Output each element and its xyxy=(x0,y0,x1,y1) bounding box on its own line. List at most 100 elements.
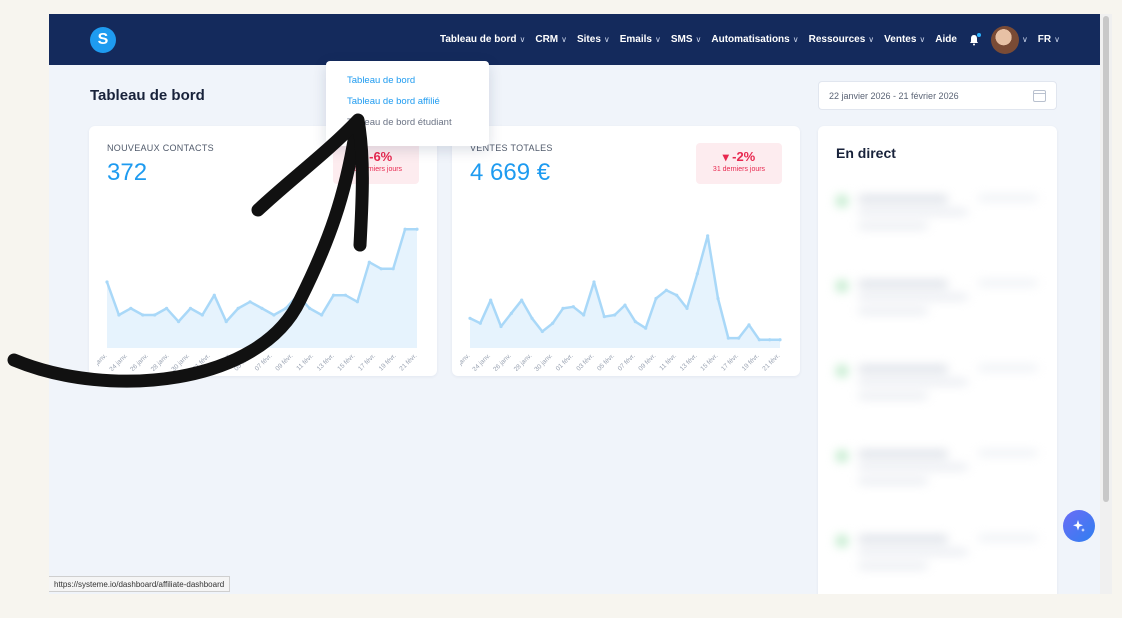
data-point[interactable] xyxy=(644,326,648,330)
data-point[interactable] xyxy=(768,338,772,342)
data-point[interactable] xyxy=(320,313,324,317)
calendar-icon[interactable] xyxy=(1033,89,1046,102)
data-point[interactable] xyxy=(468,316,472,320)
total-sales-card: VENTES TOTALES 4 669 € -2% 31 derniers j… xyxy=(452,126,800,376)
ai-assistant-button[interactable] xyxy=(1063,510,1095,542)
data-point[interactable] xyxy=(695,272,699,276)
data-point[interactable] xyxy=(284,306,288,310)
data-point[interactable] xyxy=(391,267,395,271)
data-point[interactable] xyxy=(757,338,761,342)
data-point[interactable] xyxy=(530,316,534,320)
data-point[interactable] xyxy=(623,303,627,307)
data-point[interactable] xyxy=(296,293,300,297)
data-point[interactable] xyxy=(212,293,216,297)
data-point[interactable] xyxy=(355,300,359,304)
dashboard-dropdown-menu: Tableau de bord Tableau de bord affilié … xyxy=(326,61,489,146)
nav-item-ressources[interactable]: Ressources ∨ xyxy=(809,34,875,45)
data-point[interactable] xyxy=(248,300,252,304)
data-point[interactable] xyxy=(633,320,637,324)
data-point[interactable] xyxy=(129,306,133,310)
data-point[interactable] xyxy=(176,320,181,324)
nav-item-aide[interactable]: Aide xyxy=(935,34,957,45)
date-range-picker[interactable]: 22 janvier 2026 - 21 février 2026 xyxy=(818,81,1057,110)
data-point[interactable] xyxy=(200,313,204,317)
x-tick-label: 15 févr. xyxy=(699,352,719,371)
data-point[interactable] xyxy=(331,293,336,297)
data-point[interactable] xyxy=(664,288,668,292)
nav-item-automatisations[interactable]: Automatisations ∨ xyxy=(711,34,798,45)
bell-icon[interactable] xyxy=(967,32,981,47)
user-menu[interactable]: ∨ xyxy=(990,25,1028,54)
avatar xyxy=(990,25,1019,54)
nav-item-label: Ventes xyxy=(884,34,917,45)
data-point[interactable] xyxy=(403,227,407,231)
data-point[interactable] xyxy=(551,321,555,325)
language-selector[interactable]: FR ∨ xyxy=(1038,34,1060,45)
data-point[interactable] xyxy=(706,234,710,238)
menu-item-dashboard[interactable]: Tableau de bord xyxy=(326,75,489,96)
data-point[interactable] xyxy=(613,313,617,317)
data-point[interactable] xyxy=(561,306,565,310)
nav-item-sms[interactable]: SMS ∨ xyxy=(671,34,702,45)
data-point[interactable] xyxy=(308,306,312,310)
x-tick-label: 13 févr. xyxy=(679,352,699,371)
nav-item-emails[interactable]: Emails ∨ xyxy=(620,34,661,45)
language-label: FR xyxy=(1037,34,1052,45)
data-point[interactable] xyxy=(654,296,658,301)
data-point[interactable] xyxy=(153,313,157,317)
data-point[interactable] xyxy=(478,321,482,325)
list-item xyxy=(828,531,1048,591)
nav-item-tableau-de-bord[interactable]: Tableau de bord ∨ xyxy=(440,34,525,45)
data-point[interactable] xyxy=(726,336,730,340)
data-point[interactable] xyxy=(520,298,524,302)
menu-item-affiliate-dashboard[interactable]: Tableau de bord affilié xyxy=(326,96,489,117)
nav-item-ventes[interactable]: Ventes ∨ xyxy=(884,34,925,45)
data-point[interactable] xyxy=(778,338,782,342)
data-point[interactable] xyxy=(117,313,121,317)
nav-item-label: SMS xyxy=(670,34,693,45)
logo-icon[interactable]: S xyxy=(90,27,116,53)
data-point[interactable] xyxy=(343,293,348,297)
data-point[interactable] xyxy=(582,313,586,317)
data-point[interactable] xyxy=(685,306,689,310)
contacts-area-chart[interactable]: 23 janv.24 janv.26 janv.28 janv.30 janv.… xyxy=(97,206,427,371)
data-point[interactable] xyxy=(499,324,503,329)
data-point[interactable] xyxy=(165,306,169,310)
chevron-down-icon: ∨ xyxy=(1021,35,1028,44)
x-tick-label: 17 févr. xyxy=(357,352,377,371)
scrollbar-thumb[interactable] xyxy=(1103,16,1109,502)
nav-item-label: Automatisations xyxy=(711,34,790,45)
nav-item-sites[interactable]: Sites ∨ xyxy=(577,34,610,45)
data-point[interactable] xyxy=(737,336,741,340)
data-point[interactable] xyxy=(260,306,264,310)
x-tick-label: 28 janv. xyxy=(150,352,171,371)
data-point[interactable] xyxy=(489,298,493,302)
data-point[interactable] xyxy=(540,329,544,334)
chevron-down-icon: ∨ xyxy=(919,35,926,44)
data-point[interactable] xyxy=(379,267,383,271)
nav-menu: Tableau de bord ∨ CRM ∨ Sites ∨ Emails ∨ SMS ∨ Aut… xyxy=(440,14,1060,65)
data-point[interactable] xyxy=(105,280,109,284)
x-tick-label: 26 janv. xyxy=(129,352,150,371)
data-point[interactable] xyxy=(592,280,596,284)
data-point[interactable] xyxy=(415,227,419,231)
data-point[interactable] xyxy=(509,311,513,315)
data-point[interactable] xyxy=(675,293,679,297)
data-point[interactable] xyxy=(224,320,228,324)
x-tick-label: 05 févr. xyxy=(596,352,616,371)
data-point[interactable] xyxy=(236,306,240,310)
data-point[interactable] xyxy=(188,306,193,310)
x-tick-label: 19 févr. xyxy=(378,352,398,371)
chevron-down-icon: ∨ xyxy=(695,35,702,44)
menu-item-student-dashboard[interactable]: Tableau de bord étudiant xyxy=(326,117,489,138)
data-point[interactable] xyxy=(716,296,720,301)
data-point[interactable] xyxy=(602,315,606,319)
data-point[interactable] xyxy=(571,305,575,309)
data-point[interactable] xyxy=(141,313,145,317)
data-point[interactable] xyxy=(272,313,276,317)
sales-area-chart[interactable]: 23 janv.24 janv.26 janv.28 janv.30 janv.… xyxy=(460,206,790,371)
data-point[interactable] xyxy=(747,323,751,327)
nav-item-crm[interactable]: CRM ∨ xyxy=(535,34,567,45)
data-point[interactable] xyxy=(367,260,371,264)
nav-item-label: CRM xyxy=(535,34,559,45)
